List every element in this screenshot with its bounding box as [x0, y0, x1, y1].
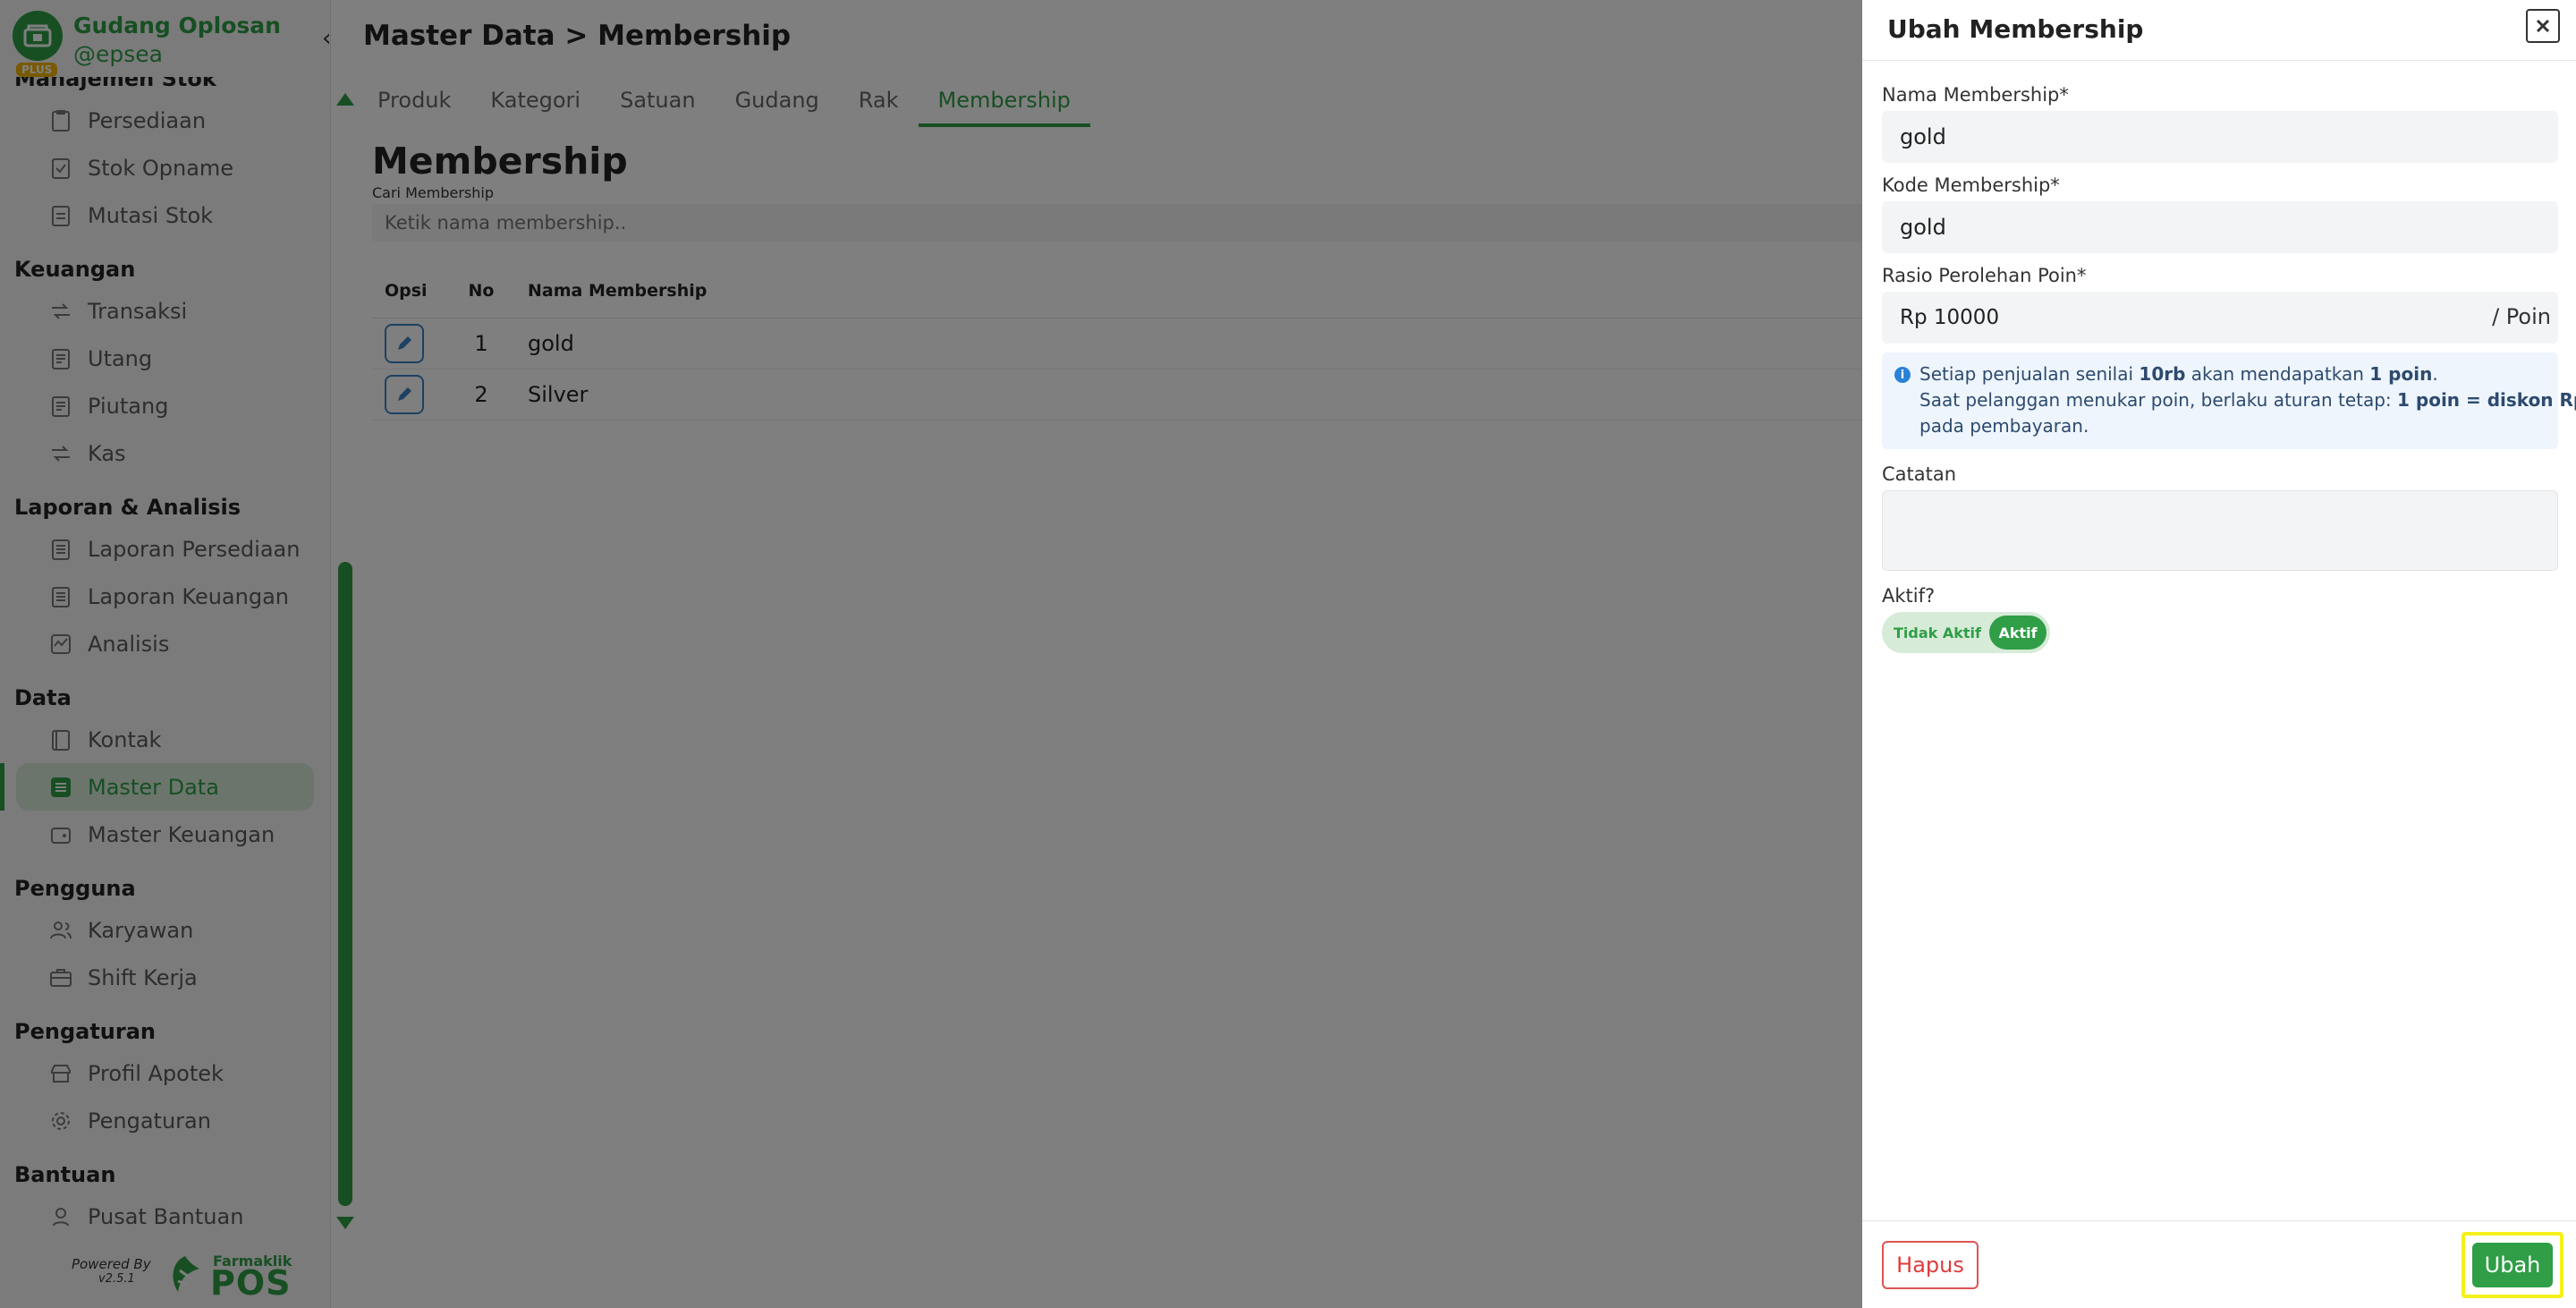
aktif-toggle[interactable]: Tidak Aktif Aktif [1882, 612, 2050, 653]
edit-membership-drawer: Ubah Membership Nama Membership* gold Ko… [1862, 0, 2576, 1308]
kode-membership-label: Kode Membership* [1882, 174, 2060, 196]
ubah-highlight: Ubah [2462, 1232, 2563, 1298]
drawer-footer: Hapus Ubah [1862, 1220, 2576, 1308]
aktif-label: Aktif? [1882, 585, 1936, 607]
rasio-suffix: / Poin [2492, 304, 2551, 329]
nama-membership-value: gold [1900, 124, 1946, 149]
info-line-2: Saat pelanggan menukar poin, berlaku atu… [1919, 389, 2576, 411]
poin-info-box: i Setiap penjualan senilai 10rb akan men… [1882, 352, 2576, 449]
toggle-option-tidak-aktif[interactable]: Tidak Aktif [1885, 624, 1989, 641]
info-line-3: pada pembayaran. [1919, 415, 2089, 437]
delete-button[interactable]: Hapus [1882, 1241, 1979, 1289]
rasio-value: 10000 [1933, 306, 2000, 329]
info-icon: i [1894, 367, 1911, 383]
rasio-prefix: Rp [1900, 306, 1928, 329]
catatan-textarea[interactable] [1882, 490, 2558, 571]
drawer-title: Ubah Membership [1887, 14, 2144, 44]
nama-membership-input[interactable]: gold [1882, 111, 2558, 163]
toggle-option-aktif[interactable]: Aktif [1989, 616, 2046, 650]
rasio-poin-input[interactable]: Rp 10000 / Poin [1882, 292, 2558, 344]
nama-membership-label: Nama Membership* [1882, 84, 2069, 106]
close-icon [2536, 19, 2550, 33]
close-button[interactable] [2526, 9, 2560, 43]
catatan-label: Catatan [1882, 463, 1957, 485]
save-button[interactable]: Ubah [2472, 1243, 2553, 1287]
drawer-header: Ubah Membership [1862, 0, 2576, 61]
kode-membership-input[interactable]: gold [1882, 201, 2558, 253]
info-line-1: Setiap penjualan senilai 10rb akan menda… [1919, 363, 2438, 385]
kode-membership-value: gold [1900, 215, 1946, 240]
rasio-poin-label: Rasio Perolehan Poin* [1882, 265, 2087, 286]
